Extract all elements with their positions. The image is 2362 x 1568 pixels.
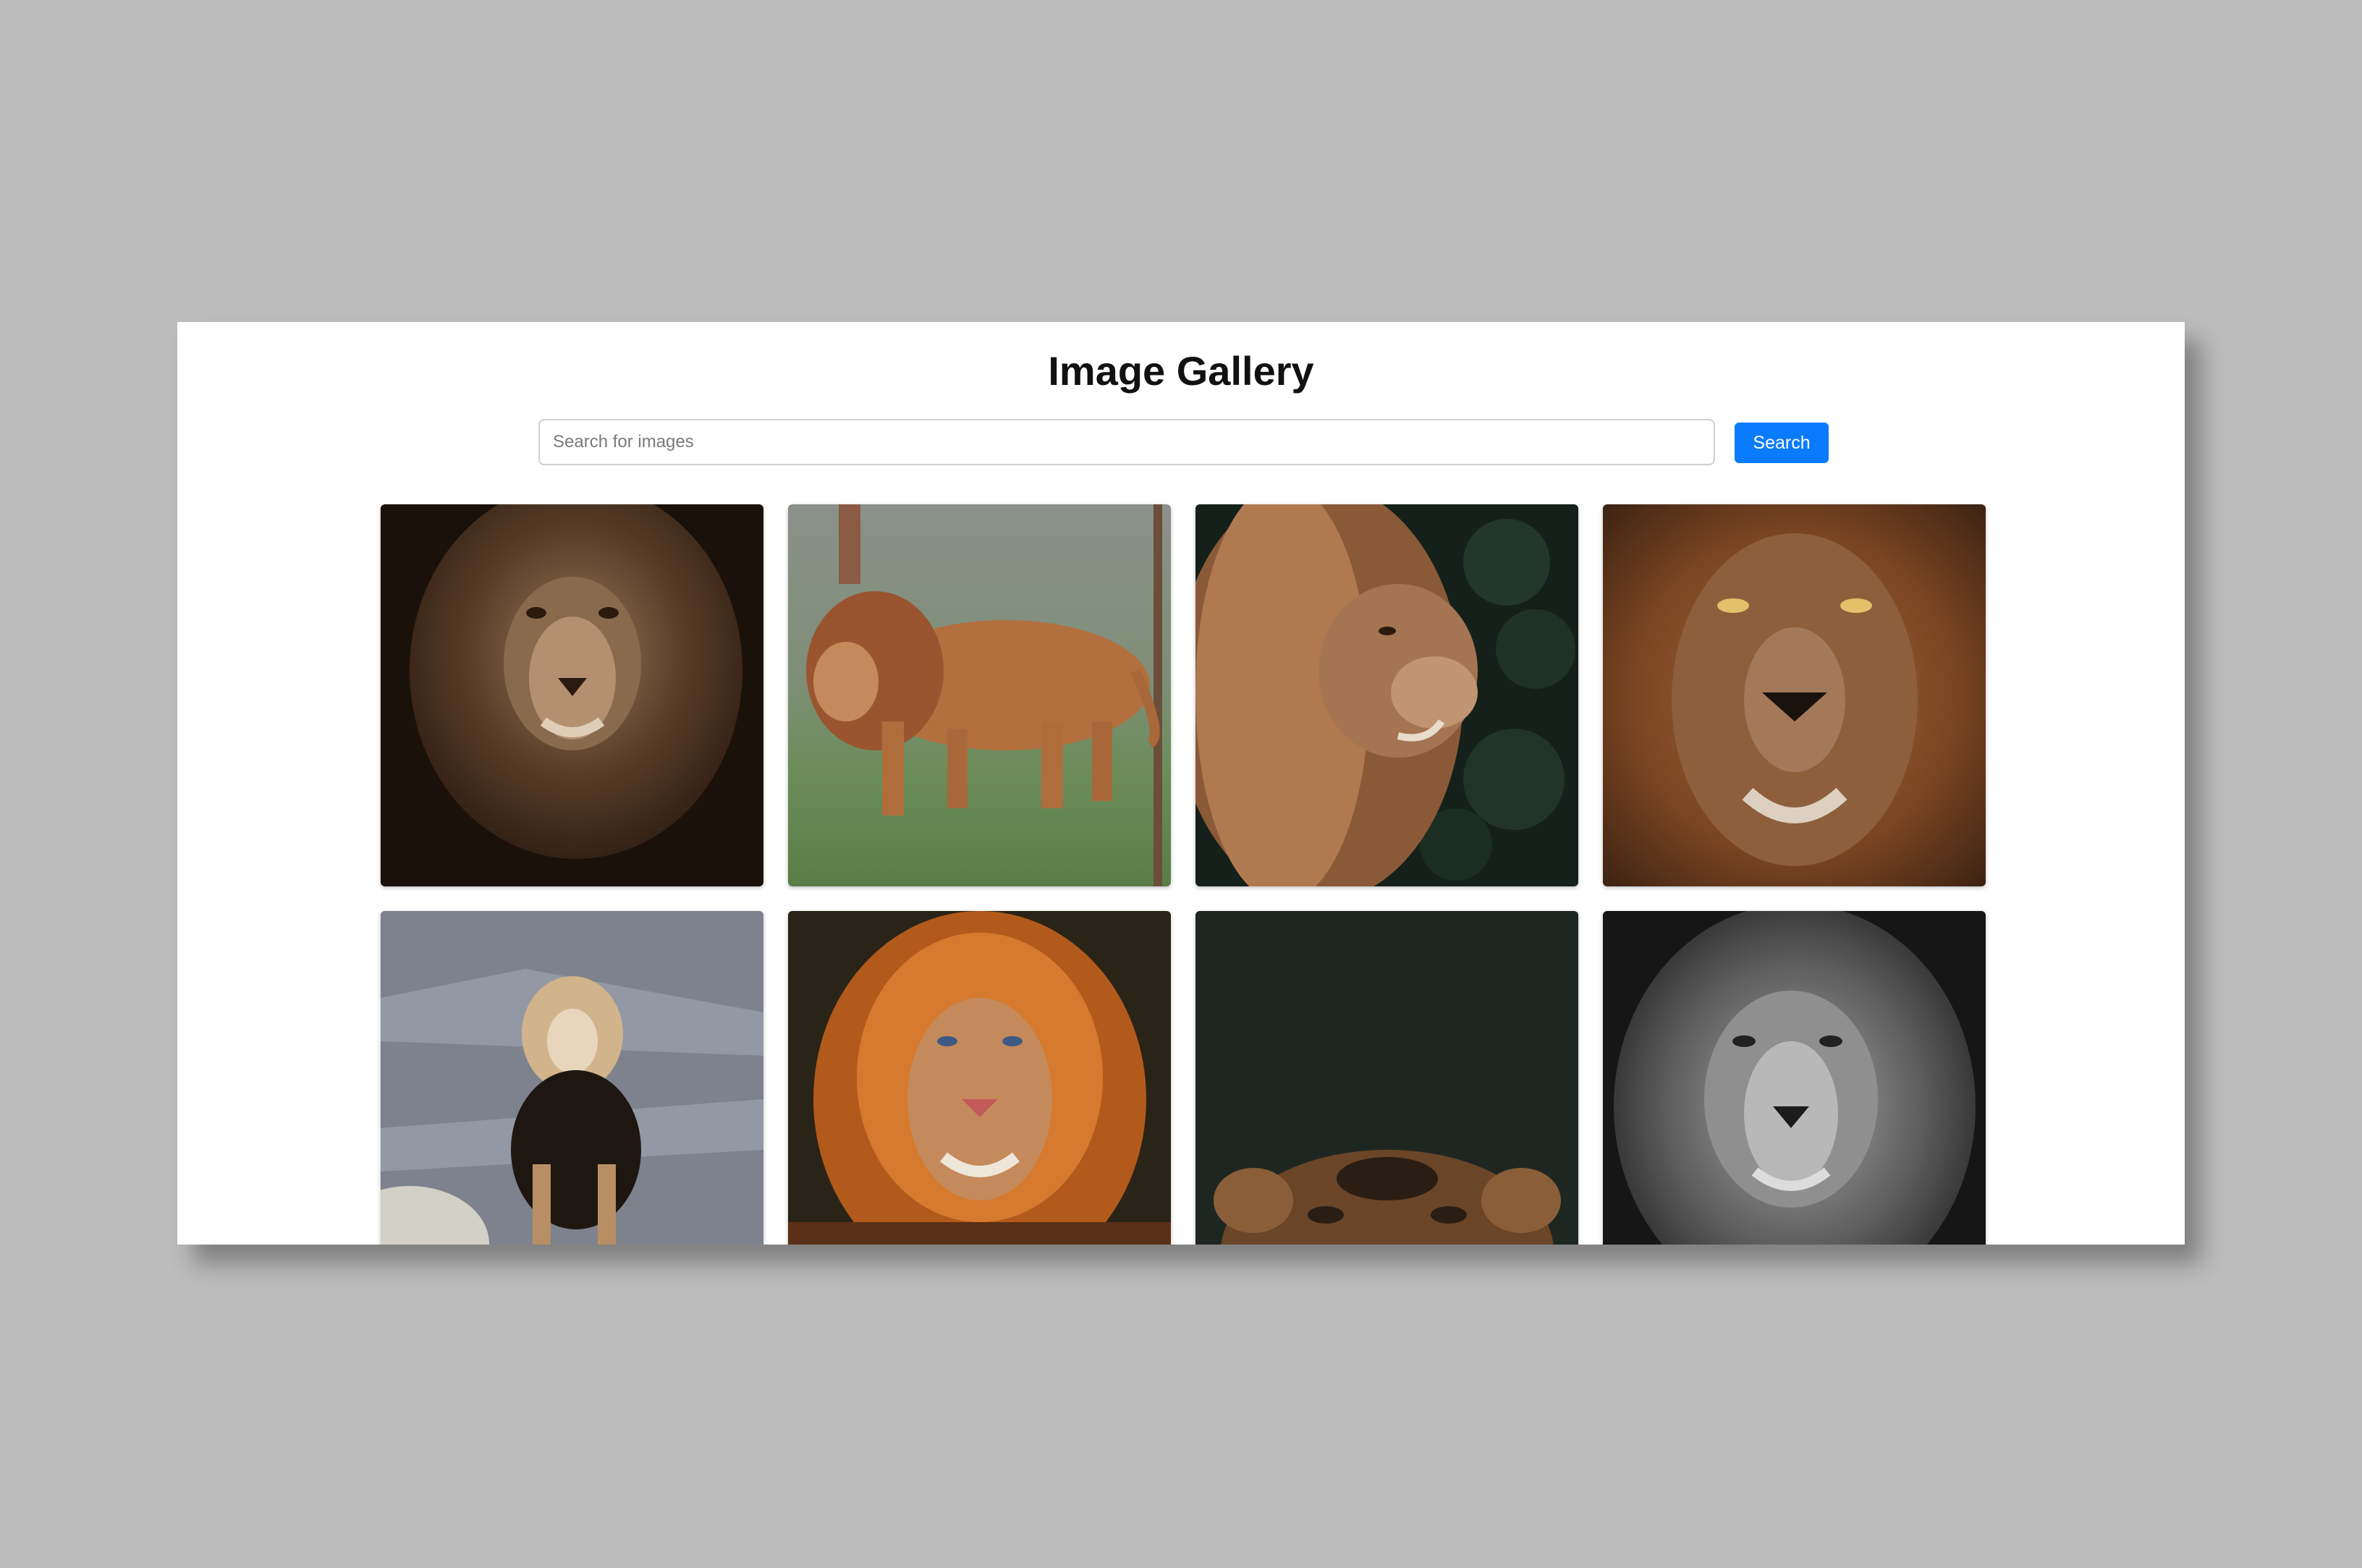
gallery-image[interactable] [1603,911,1986,1245]
gallery-image[interactable] [788,911,1171,1245]
gallery-image[interactable] [381,504,763,886]
browser-window: Image Gallery Search [177,322,2185,1245]
lion-image [788,504,1171,886]
lion-image [381,911,763,1245]
gallery-image[interactable] [788,504,1171,886]
lion-image [1195,911,1578,1245]
lion-image [381,504,763,886]
lion-image [1603,911,1986,1245]
image-grid [381,504,1987,1245]
lion-image [1603,504,1986,886]
lion-image [788,911,1171,1245]
page-title: Image Gallery [1048,348,1314,394]
lion-image [1195,504,1578,886]
gallery-image[interactable] [1195,504,1578,886]
search-button[interactable]: Search [1735,423,1829,463]
gallery-image[interactable] [381,911,763,1245]
gallery-image[interactable] [1603,504,1986,886]
search-input[interactable] [538,419,1715,465]
gallery-image[interactable] [1195,911,1578,1245]
